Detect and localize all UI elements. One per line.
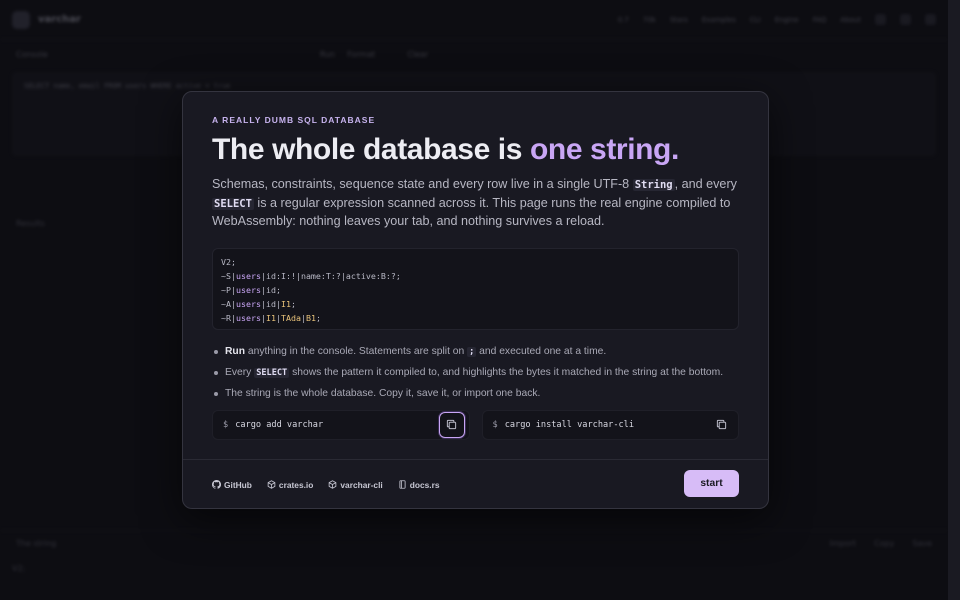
console-line: SELECT name, email FROM users WHERE acti… <box>24 82 231 90</box>
code-line: ~R|users|I1|TAda|B1; <box>221 312 321 323</box>
header-nav: 0.7 70k Stars Examples CLI Engine FAQ Ab… <box>618 14 936 25</box>
lede-code-string: String <box>632 179 675 191</box>
bullet-code: SELECT <box>254 367 290 378</box>
nav-engine: Engine <box>774 15 799 24</box>
headline-accent: one string. <box>529 133 679 166</box>
bullet-text: shows the pattern it compiled to, and hi… <box>289 366 724 378</box>
link-label: GitHub <box>224 479 252 490</box>
install-commands: $ cargo add varchar $ cargo install varc… <box>212 409 739 440</box>
nav-downloads: 70k <box>642 15 656 24</box>
link-label: varchar-cli <box>340 479 383 490</box>
string-import: Import <box>829 539 857 548</box>
console-bar: Console Run Format Clear <box>0 40 948 68</box>
footer-links: GitHub crates.io varchar-cli docs.rs <box>212 480 440 490</box>
string-label: The string <box>16 539 57 548</box>
console-tab-clear: Clear <box>407 49 429 59</box>
install-command: cargo install varchar-cli <box>504 419 635 430</box>
settings-icon <box>900 14 911 25</box>
nav-examples: Examples <box>701 15 736 24</box>
nav-faq: FAQ <box>812 15 827 24</box>
code-line: ~P|users|id; <box>221 284 281 295</box>
start-button[interactable]: start <box>684 470 739 497</box>
crates-link[interactable]: crates.io <box>267 480 313 490</box>
install-cargo-add: $ cargo add varchar <box>212 409 470 440</box>
search-icon <box>875 14 886 25</box>
install-command: cargo add varchar <box>235 419 324 430</box>
modal-footer: GitHub crates.io varchar-cli docs.rs sta… <box>183 459 768 509</box>
nav-about: About <box>840 15 861 24</box>
list-item: Run anything in the console. Statements … <box>212 345 739 359</box>
package-icon <box>329 480 337 489</box>
copy-button[interactable] <box>708 412 734 438</box>
feature-list: Run anything in the console. Statements … <box>212 345 739 400</box>
app-header: varchar 0.7 70k Stars Examples CLI Engin… <box>0 0 948 40</box>
modal-body: A REALLY DUMB SQL DATABASE The whole dat… <box>183 92 768 459</box>
console-tab-format: Format <box>347 49 376 59</box>
bullet-text: and executed one at a time. <box>476 345 607 357</box>
string-preview: V2; <box>12 564 26 573</box>
lede-part-3: is a regular expression scanned across i… <box>212 195 731 229</box>
lede-code-select: SELECT <box>212 197 254 210</box>
nav-version: 0.7 <box>617 15 629 24</box>
bullet-code: ; <box>467 346 477 357</box>
nav-stars: Stars <box>669 15 688 24</box>
results-label: Results <box>16 219 45 228</box>
link-label: docs.rs <box>409 479 440 490</box>
theme-icon <box>925 14 936 25</box>
github-icon <box>212 480 221 489</box>
app-logo <box>12 10 30 29</box>
code-line: ~A|users|id|I1; <box>221 298 296 309</box>
code-line: V2; <box>221 256 236 267</box>
headline-text: The whole database is <box>212 133 530 166</box>
package-icon <box>267 480 276 489</box>
console-tab-run: Run <box>319 49 336 59</box>
bullet-strong: Run <box>225 345 246 357</box>
string-copy: Copy <box>874 539 895 548</box>
intro-modal: A REALLY DUMB SQL DATABASE The whole dat… <box>182 91 769 509</box>
bullet-text: anything in the console. Statements are … <box>245 345 468 357</box>
nav-cli: CLI <box>749 15 761 24</box>
book-icon <box>399 480 406 489</box>
modal-headline: The whole database is one string. <box>212 133 739 167</box>
install-cargo-install: $ cargo install varchar-cli <box>481 409 739 440</box>
modal-lede: Schemas, constraints, sequence state and… <box>212 176 739 231</box>
string-bar: The string Import Copy Save <box>0 530 948 556</box>
copy-icon <box>716 420 726 430</box>
example-code-block: V2; ~S|users|id:I:!|name:T:?|active:B:?;… <box>212 247 739 330</box>
shell-prompt: $ <box>223 419 229 430</box>
github-link[interactable]: GitHub <box>212 480 252 490</box>
modal-eyebrow: A REALLY DUMB SQL DATABASE <box>212 115 376 125</box>
varchar-cli-link[interactable]: varchar-cli <box>328 479 383 490</box>
code-line: ~S|users|id:I:!|name:T:?|active:B:?; <box>221 270 401 281</box>
list-item: Every SELECT shows the pattern it compil… <box>212 366 739 380</box>
string-save: Save <box>912 539 932 548</box>
copy-button[interactable] <box>438 411 465 438</box>
bullet-text: Every <box>225 366 255 378</box>
shell-prompt: $ <box>492 419 498 430</box>
string-actions: Import Copy Save <box>830 539 933 548</box>
docs-link[interactable]: docs.rs <box>398 480 440 490</box>
console-label: Console <box>16 49 48 59</box>
app-brand: varchar <box>38 14 81 25</box>
page-scrollbar[interactable] <box>948 0 960 600</box>
lede-part-2: , and every <box>674 177 737 191</box>
link-label: crates.io <box>278 479 314 490</box>
copy-icon <box>446 420 457 430</box>
list-item: The string is the whole database. Copy i… <box>212 387 739 400</box>
lede-part-1: Schemas, constraints, sequence state and… <box>212 177 633 191</box>
bullet-text: The string is the whole database. Copy i… <box>225 387 541 399</box>
